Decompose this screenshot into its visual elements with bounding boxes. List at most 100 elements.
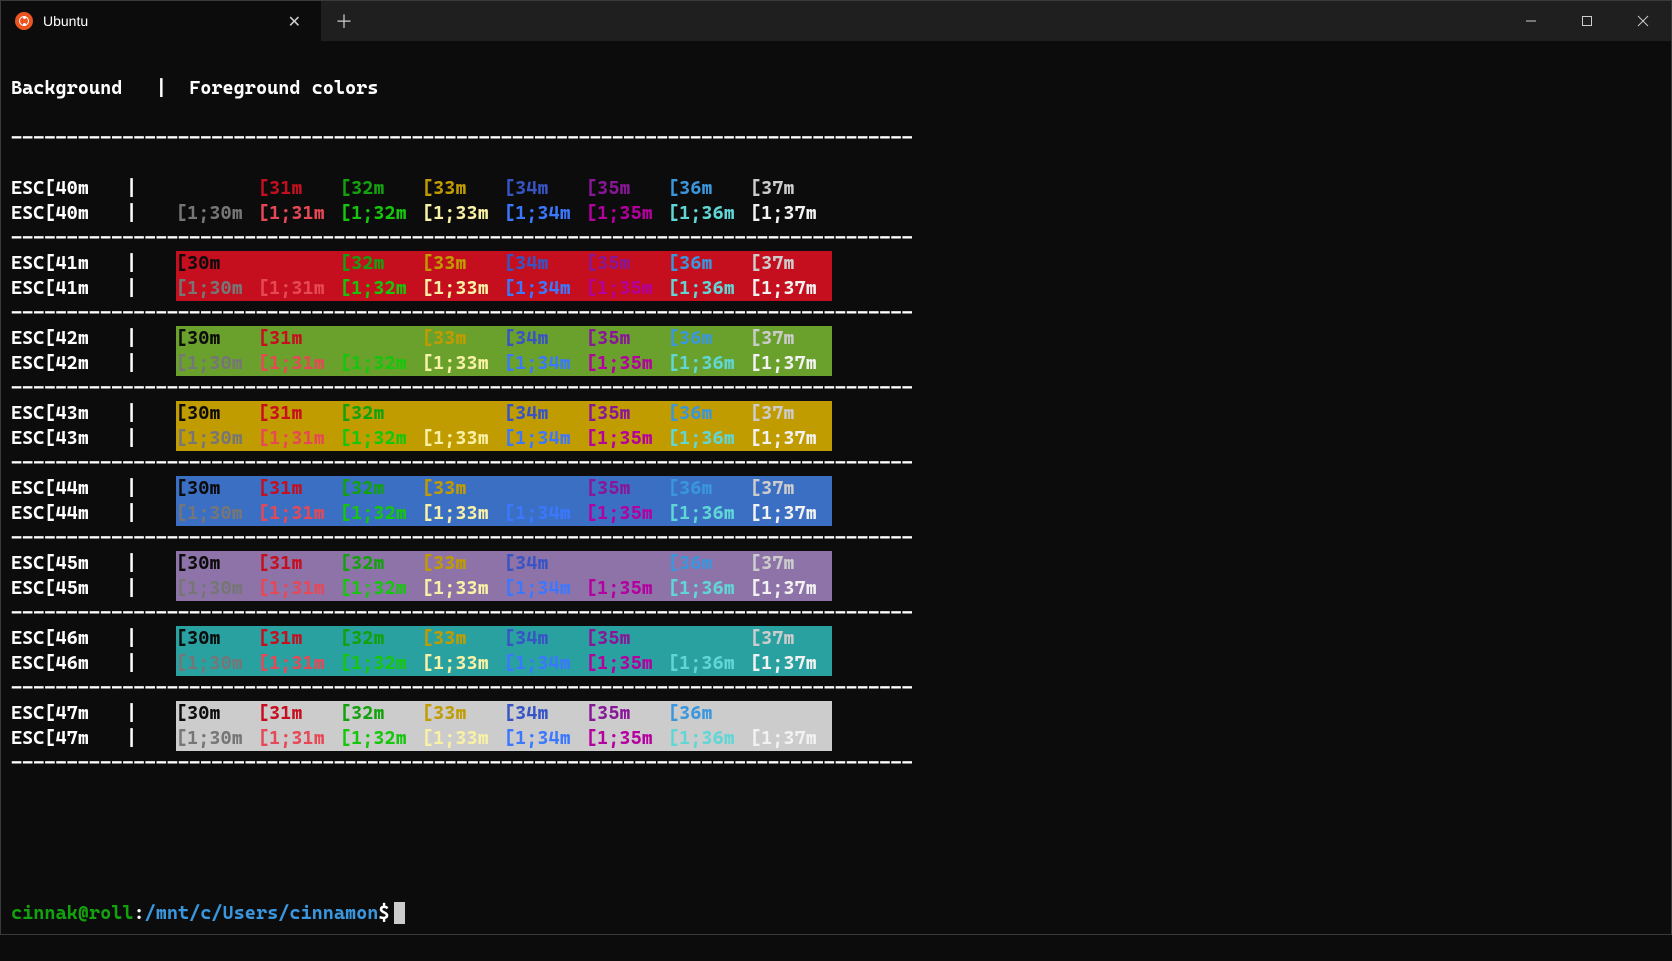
fg-sample: [36m xyxy=(668,326,750,351)
fg-sample: [1;31m xyxy=(258,501,340,526)
fg-sample: [1;30m xyxy=(176,276,258,301)
divider: ----------------------------------------… xyxy=(11,301,1661,326)
fg-sample: [1;34m xyxy=(504,576,586,601)
fg-sample: [1;33m xyxy=(422,276,504,301)
fg-sample: [1;32m xyxy=(340,576,422,601)
fg-sample: [1;33m xyxy=(422,726,504,751)
fg-sample: [36m xyxy=(668,476,750,501)
maximize-button[interactable] xyxy=(1559,1,1615,41)
fg-sample: [37m xyxy=(750,476,832,501)
fg-sample: [1;33m xyxy=(422,501,504,526)
minimize-button[interactable] xyxy=(1503,1,1559,41)
close-window-button[interactable] xyxy=(1615,1,1671,41)
fg-sample: [1;36m xyxy=(668,426,750,451)
fg-sample: [1;35m xyxy=(586,351,668,376)
fg-sample: [31m xyxy=(258,476,340,501)
fg-sample: [37m xyxy=(750,626,832,651)
color-row: ESC[43m|[30m[31m[32m[34m[35m[36m[37m xyxy=(11,401,1661,426)
window-controls xyxy=(1503,1,1671,41)
fg-sample: [1;34m xyxy=(504,201,586,226)
fg-sample: [1;36m xyxy=(668,501,750,526)
fg-sample: [31m xyxy=(258,176,340,201)
fg-sample: [1;35m xyxy=(586,201,668,226)
fg-sample: [1;37m xyxy=(750,726,832,751)
color-row: ESC[40m|[1;30m[1;31m[1;32m[1;33m[1;34m[1… xyxy=(11,201,1661,226)
fg-sample: [30m xyxy=(176,251,258,276)
fg-sample: [1;36m xyxy=(668,651,750,676)
fg-sample: [33m xyxy=(422,701,504,726)
terminal-output[interactable]: Background | Foreground colors ---------… xyxy=(1,41,1671,961)
fg-sample: [1;35m xyxy=(586,726,668,751)
fg-sample: [34m xyxy=(504,251,586,276)
fg-sample: [1;34m xyxy=(504,426,586,451)
fg-sample: [32m xyxy=(340,551,422,576)
fg-sample: [36m xyxy=(668,701,750,726)
divider: ----------------------------------------… xyxy=(11,226,1661,251)
color-row: ESC[46m|[1;30m[1;31m[1;32m[1;33m[1;34m[1… xyxy=(11,651,1661,676)
fg-sample: [37m xyxy=(750,701,832,726)
divider: ----------------------------------------… xyxy=(11,451,1661,476)
fg-sample: [32m xyxy=(340,176,422,201)
fg-sample: [32m xyxy=(340,401,422,426)
fg-sample: [1;33m xyxy=(422,426,504,451)
fg-sample: [31m xyxy=(258,551,340,576)
fg-sample: [35m xyxy=(586,701,668,726)
fg-sample: [1;31m xyxy=(258,576,340,601)
ubuntu-icon xyxy=(15,12,33,30)
color-row: ESC[41m|[1;30m[1;31m[1;32m[1;33m[1;34m[1… xyxy=(11,276,1661,301)
fg-sample: [1;34m xyxy=(504,651,586,676)
fg-sample: [31m xyxy=(258,626,340,651)
prompt-line[interactable]: cinnak@roll:/mnt/c/Users/cinnamon$ xyxy=(11,901,1661,926)
fg-sample: [1;33m xyxy=(422,651,504,676)
prompt-path: /mnt/c/Users/cinnamon xyxy=(145,902,379,924)
fg-sample: [31m xyxy=(258,701,340,726)
fg-sample: [1;37m xyxy=(750,351,832,376)
fg-sample: [30m xyxy=(176,551,258,576)
fg-sample: [1;37m xyxy=(750,426,832,451)
fg-sample: [34m xyxy=(504,176,586,201)
fg-sample: [1;32m xyxy=(340,276,422,301)
fg-sample: [35m xyxy=(586,326,668,351)
fg-sample: [1;31m xyxy=(258,201,340,226)
fg-sample: [37m xyxy=(750,551,832,576)
fg-sample: [36m xyxy=(668,551,750,576)
fg-sample: [1;34m xyxy=(504,726,586,751)
fg-sample: [1;34m xyxy=(504,501,586,526)
fg-sample: [1;33m xyxy=(422,201,504,226)
titlebar: Ubuntu ✕ ＋ xyxy=(1,1,1671,41)
fg-sample: [1;30m xyxy=(176,651,258,676)
fg-sample: [1;37m xyxy=(750,501,832,526)
tab-dropdown-button[interactable] xyxy=(367,1,395,41)
fg-sample: [33m xyxy=(422,176,504,201)
fg-sample: [32m xyxy=(340,476,422,501)
color-row: ESC[43m|[1;30m[1;31m[1;32m[1;33m[1;34m[1… xyxy=(11,426,1661,451)
color-row: ESC[47m|[30m[31m[32m[33m[34m[35m[36m[37m xyxy=(11,701,1661,726)
fg-sample: [30m xyxy=(176,476,258,501)
fg-sample: [32m xyxy=(340,251,422,276)
tab-ubuntu[interactable]: Ubuntu ✕ xyxy=(1,1,321,41)
fg-sample: [32m xyxy=(340,626,422,651)
fg-sample: [33m xyxy=(422,251,504,276)
fg-sample: [1;35m xyxy=(586,426,668,451)
fg-sample: [37m xyxy=(750,176,832,201)
color-row: ESC[42m|[30m[31m[33m[34m[35m[36m[37m xyxy=(11,326,1661,351)
fg-sample: [1;37m xyxy=(750,201,832,226)
divider: ----------------------------------------… xyxy=(11,376,1661,401)
fg-sample: [37m xyxy=(750,401,832,426)
fg-sample: [34m xyxy=(504,626,586,651)
fg-sample: [31m xyxy=(258,326,340,351)
fg-sample: [1;30m xyxy=(176,576,258,601)
fg-sample: [1;31m xyxy=(258,351,340,376)
fg-sample: [1;30m xyxy=(176,501,258,526)
fg-sample: [31m xyxy=(258,401,340,426)
fg-sample: [1;32m xyxy=(340,201,422,226)
color-row: ESC[44m|[30m[31m[32m[33m[35m[36m[37m xyxy=(11,476,1661,501)
fg-sample: [30m xyxy=(176,626,258,651)
new-tab-button[interactable]: ＋ xyxy=(321,1,367,41)
fg-sample: [1;36m xyxy=(668,576,750,601)
color-row: ESC[40m|[31m[32m[33m[34m[35m[36m[37m xyxy=(11,176,1661,201)
fg-sample: [1;37m xyxy=(750,651,832,676)
fg-sample: [34m xyxy=(504,326,586,351)
close-tab-button[interactable]: ✕ xyxy=(280,8,309,35)
fg-sample: [36m xyxy=(668,401,750,426)
